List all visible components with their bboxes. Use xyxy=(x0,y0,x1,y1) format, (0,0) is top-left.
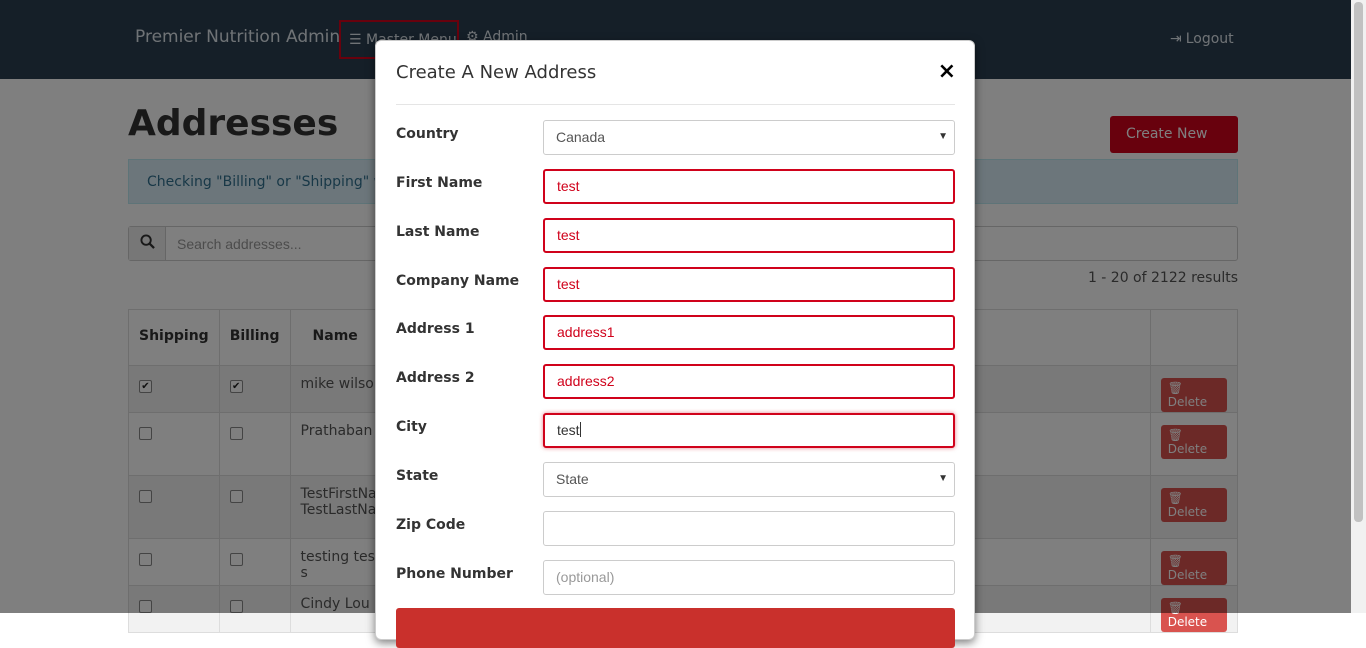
city-input[interactable]: test xyxy=(543,413,955,448)
phone-input[interactable]: (optional) xyxy=(543,560,955,595)
city-row: City test xyxy=(396,413,955,449)
country-label: Country xyxy=(396,126,459,142)
last-name-label: Last Name xyxy=(396,224,480,240)
country-select[interactable]: Canada ▼ xyxy=(543,120,955,155)
address2-label: Address 2 xyxy=(396,370,475,386)
city-label: City xyxy=(396,419,427,435)
phone-row: Phone Number (optional) xyxy=(396,560,955,596)
close-icon[interactable]: × xyxy=(938,59,956,84)
address1-input[interactable]: address1 xyxy=(543,315,955,350)
modal-title: Create A New Address xyxy=(396,62,597,83)
create-address-modal: Create A New Address × Country Canada ▼ … xyxy=(375,40,975,648)
address2-input[interactable]: address2 xyxy=(543,364,955,399)
country-value: Canada xyxy=(556,129,606,145)
address2-row: Address 2 address2 xyxy=(396,364,955,400)
submit-button[interactable] xyxy=(396,608,955,648)
zip-row: Zip Code xyxy=(396,511,955,547)
country-row: Country Canada ▼ xyxy=(396,120,955,156)
address1-label: Address 1 xyxy=(396,321,475,337)
company-name-input[interactable]: test xyxy=(543,267,955,302)
company-name-row: Company Name test xyxy=(396,267,955,303)
caret-down-icon: ▼ xyxy=(938,131,948,142)
zip-label: Zip Code xyxy=(396,517,466,533)
state-value: State xyxy=(556,471,589,487)
state-row: State State ▼ xyxy=(396,462,955,498)
last-name-row: Last Name test xyxy=(396,218,955,254)
state-label: State xyxy=(396,468,439,484)
scrollbar-thumb[interactable] xyxy=(1354,2,1363,522)
last-name-input[interactable]: test xyxy=(543,218,955,253)
phone-label: Phone Number xyxy=(396,566,513,582)
address1-row: Address 1 address1 xyxy=(396,315,955,351)
caret-down-icon: ▼ xyxy=(938,473,948,484)
first-name-label: First Name xyxy=(396,175,483,191)
page-scrollbar[interactable] xyxy=(1351,0,1366,613)
modal-divider xyxy=(396,104,955,105)
text-cursor xyxy=(579,422,581,437)
company-name-label: Company Name xyxy=(396,273,520,289)
zip-input[interactable] xyxy=(543,511,955,546)
first-name-input[interactable]: test xyxy=(543,169,955,204)
state-select[interactable]: State ▼ xyxy=(543,462,955,497)
first-name-row: First Name test xyxy=(396,169,955,205)
